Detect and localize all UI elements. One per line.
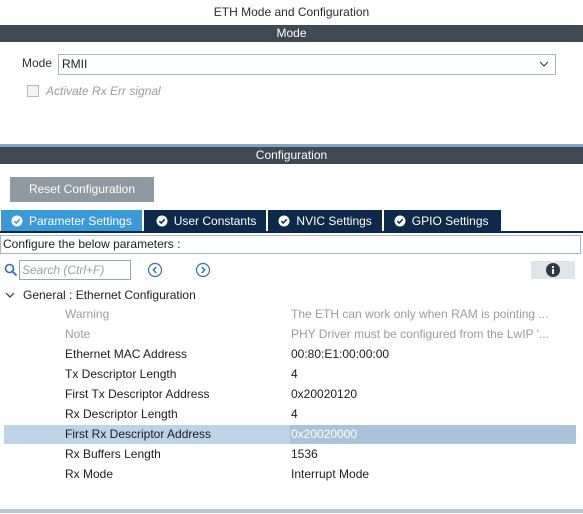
tab-parameter-settings[interactable]: Parameter Settings — [1, 210, 142, 231]
mode-label: Mode — [22, 56, 53, 70]
mode-select-value: RMII — [62, 57, 88, 71]
check-circle-icon — [11, 215, 23, 226]
activate-rx-err-label: Activate Rx Err signal — [46, 84, 161, 98]
param-name: Ethernet MAC Address — [65, 347, 188, 361]
param-row-mac-address[interactable]: Ethernet MAC Address 00:80:E1:00:00:00 — [4, 345, 576, 364]
param-value[interactable]: Interrupt Mode — [291, 467, 576, 481]
tab-underline — [0, 231, 583, 233]
search-input[interactable]: Search (Ctrl+F) — [19, 260, 131, 280]
group-label: General : Ethernet Configuration — [23, 288, 196, 302]
activate-rx-err-checkbox[interactable] — [27, 85, 39, 97]
tab-gpio-settings[interactable]: GPIO Settings — [383, 210, 501, 231]
param-name: Tx Descriptor Length — [65, 367, 177, 381]
param-name: Note — [65, 327, 91, 341]
param-row-note[interactable]: Note PHY Driver must be configured from … — [4, 325, 576, 344]
configure-hint: Configure the below parameters : — [0, 235, 581, 254]
mode-section-header-label: Mode — [276, 26, 307, 40]
param-row-tx-descriptor-length[interactable]: Tx Descriptor Length 4 — [4, 365, 576, 384]
reset-configuration-button[interactable]: Reset Configuration — [10, 177, 154, 202]
section-divider — [0, 144, 583, 147]
param-row-warning[interactable]: Warning The ETH can work only when RAM i… — [4, 305, 576, 324]
horizontal-scrollbar[interactable] — [0, 509, 583, 513]
param-row-rx-descriptor-length[interactable]: Rx Descriptor Length 4 — [4, 405, 576, 424]
info-icon — [546, 263, 560, 277]
param-name: Rx Descriptor Length — [65, 407, 178, 421]
param-name: Rx Buffers Length — [65, 447, 161, 461]
chevron-down-icon — [539, 61, 549, 67]
check-circle-icon — [156, 215, 168, 226]
chevron-circle-right-icon[interactable] — [195, 262, 211, 278]
group-general-ethernet[interactable]: General : Ethernet Configuration — [4, 286, 196, 304]
info-button[interactable] — [531, 261, 575, 279]
param-value: PHY Driver must be configured from the L… — [291, 327, 549, 341]
param-row-first-rx-descriptor-address[interactable]: First Rx Descriptor Address 0x20020000 — [4, 425, 576, 444]
tab-user-constants[interactable]: User Constants — [143, 210, 267, 231]
param-row-first-tx-descriptor-address[interactable]: First Tx Descriptor Address 0x20020120 — [4, 385, 576, 404]
mode-select[interactable]: RMII — [58, 54, 556, 75]
chevron-down-icon — [5, 292, 15, 298]
tab-nvic-settings[interactable]: NVIC Settings — [268, 210, 382, 231]
param-value[interactable]: 4 — [291, 367, 576, 381]
param-row-rx-mode[interactable]: Rx Mode Interrupt Mode — [4, 465, 576, 484]
param-value[interactable]: 1536 — [291, 447, 576, 461]
check-circle-icon — [394, 215, 406, 226]
tab-user-constants-label: User Constants — [173, 213, 257, 228]
check-circle-icon — [278, 215, 290, 226]
activate-rx-err-checkbox-row[interactable]: Activate Rx Err signal — [27, 83, 161, 99]
param-value[interactable]: 4 — [291, 407, 576, 421]
param-value: The ETH can work only when RAM is pointi… — [291, 307, 549, 321]
configuration-section-header: Configuration — [0, 144, 583, 164]
search-icon — [4, 263, 18, 277]
window-title: ETH Mode and Configuration — [213, 5, 370, 19]
tab-nvic-settings-label: NVIC Settings — [296, 213, 372, 228]
chevron-circle-left-icon[interactable] — [147, 262, 163, 278]
param-name: First Rx Descriptor Address — [65, 427, 212, 441]
tab-gpio-settings-label: GPIO Settings — [411, 213, 489, 228]
tab-parameter-settings-label: Parameter Settings — [29, 213, 132, 228]
param-value[interactable]: 0x20020000 — [291, 427, 576, 441]
mode-section-header: Mode — [0, 25, 583, 42]
param-name: Warning — [65, 307, 110, 321]
param-value[interactable]: 00:80:E1:00:00:00 — [291, 347, 576, 361]
tab-bar: Parameter Settings User Constants NVIC S… — [1, 210, 503, 231]
param-row-rx-buffers-length[interactable]: Rx Buffers Length 1536 — [4, 445, 576, 464]
param-name: Rx Mode — [65, 467, 114, 481]
param-value[interactable]: 0x20020120 — [291, 387, 576, 401]
param-name: First Tx Descriptor Address — [65, 387, 210, 401]
configuration-section-header-label: Configuration — [255, 148, 328, 162]
